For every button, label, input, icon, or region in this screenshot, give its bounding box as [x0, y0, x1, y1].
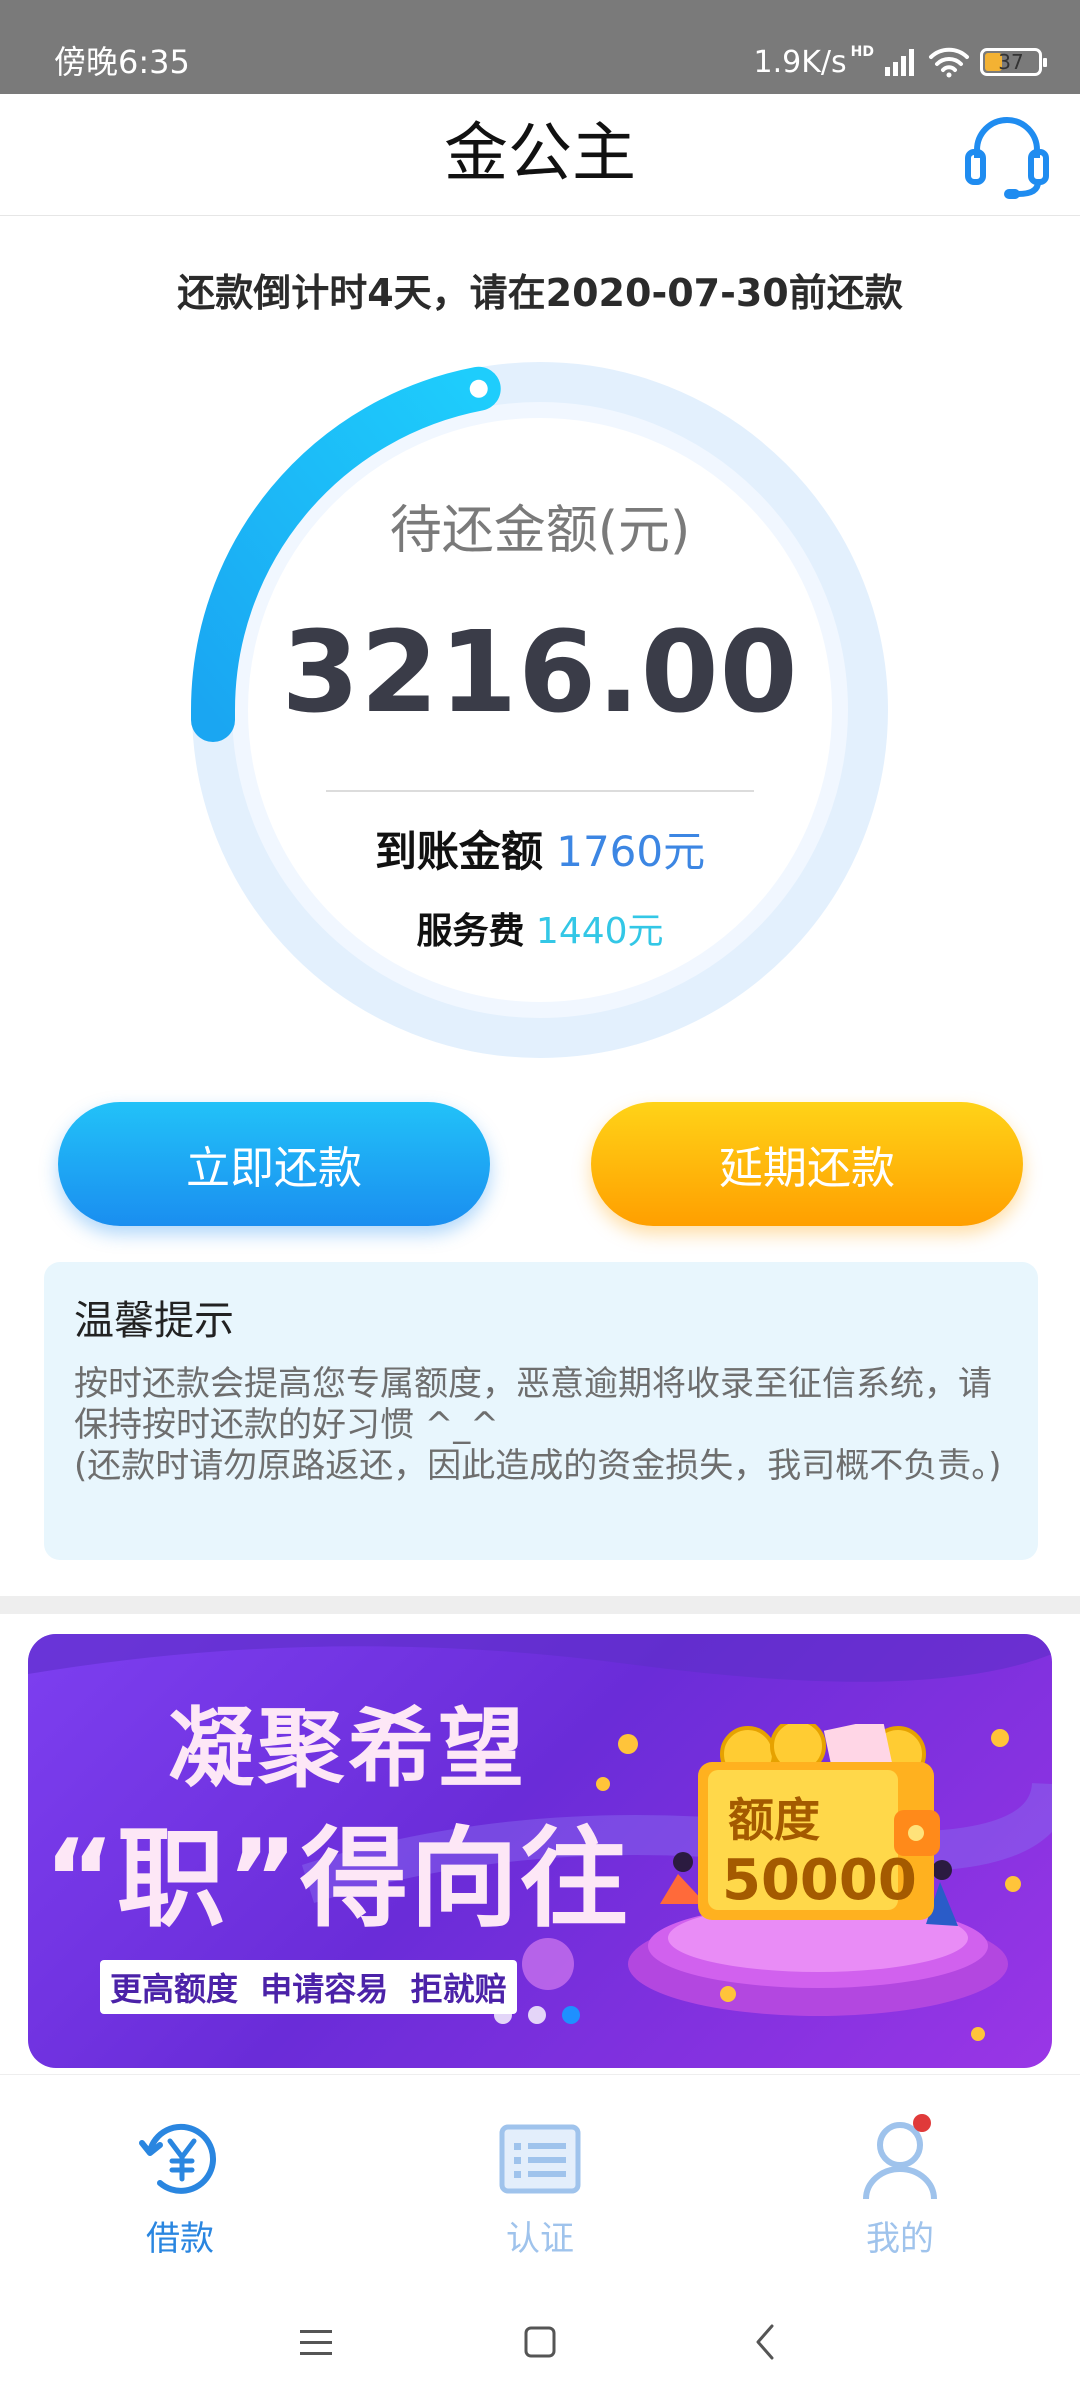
- extend-repayment-button[interactable]: 延期还款: [591, 1102, 1023, 1226]
- tab-mine[interactable]: 我的: [790, 2111, 1010, 2260]
- promo-banner[interactable]: 凝聚希望 “职”得向往 更高额度 申请容易 拒就赔 额度 50000: [28, 1634, 1052, 2068]
- bottom-tab-bar: 借款 认证 我的: [0, 2074, 1080, 2274]
- tab-loan[interactable]: 借款: [70, 2111, 290, 2260]
- wallet-label: 额度: [728, 1793, 820, 1847]
- verify-list-icon: [499, 2124, 581, 2194]
- received-amount-value: 1760元: [556, 827, 706, 876]
- tips-card: 温馨提示 按时还款会提高您专属额度，恶意逾期将收录至征信系统，请保持按时还款的好…: [44, 1262, 1038, 1560]
- divider: [326, 790, 754, 792]
- status-indicators: 1.9K/s HD 37: [753, 42, 1047, 82]
- network-speed: 1.9K/s: [753, 44, 847, 80]
- status-bar: 傍晚6:35 1.9K/s HD 37: [0, 0, 1080, 94]
- system-nav-bar: [0, 2274, 1080, 2400]
- wifi-icon: [929, 47, 969, 78]
- ring-progress-knob: [469, 379, 488, 398]
- carousel-dot[interactable]: [494, 2006, 512, 2024]
- tab-label: 我的: [866, 2219, 934, 2259]
- repay-now-button[interactable]: 立即还款: [58, 1102, 490, 1226]
- amount-due-value: 3216.00: [281, 608, 799, 738]
- service-fee-label: 服务费: [416, 911, 525, 952]
- received-amount-row: 到账金额 1760元: [0, 818, 1080, 879]
- received-amount-label: 到账金额: [374, 827, 543, 876]
- app-header: 金公主: [0, 94, 1080, 216]
- banner-headline: 凝聚希望: [168, 1699, 528, 1799]
- tab-label: 认证: [506, 2219, 574, 2259]
- repayment-countdown: 还款倒计时4天，请在2020-07-30前还款: [177, 271, 903, 315]
- tips-text: 按时还款会提高您专属额度，恶意逾期将收录至征信系统，请保持按时还款的好习惯 ^_…: [74, 1364, 1002, 1486]
- home-icon[interactable]: [510, 2312, 570, 2372]
- service-fee-value: 1440元: [535, 911, 664, 952]
- tab-verify[interactable]: 认证: [430, 2111, 650, 2260]
- carousel-indicator[interactable]: [494, 2006, 580, 2024]
- service-fee-row: 服务费 1440元: [0, 902, 1080, 954]
- status-time: 傍晚6:35: [54, 43, 190, 81]
- carousel-dot-active[interactable]: [562, 2006, 580, 2024]
- section-separator: [0, 1596, 1080, 1614]
- banner-slogan: “职”得向往: [44, 1817, 630, 1942]
- loan-yen-icon: [139, 2123, 217, 2194]
- tab-label: 借款: [146, 2219, 214, 2259]
- signal-icon: [885, 49, 914, 76]
- battery-level: 37: [998, 50, 1024, 74]
- banner-tags: 更高额度 申请容易 拒就赔: [100, 1960, 517, 2014]
- amount-due-label: 待还金额(元): [389, 501, 691, 561]
- headset-icon[interactable]: [960, 108, 1054, 202]
- carousel-dot[interactable]: [528, 2006, 546, 2024]
- page-title: 金公主: [444, 117, 636, 191]
- back-icon[interactable]: [736, 2312, 796, 2372]
- menu-icon[interactable]: [286, 2312, 346, 2372]
- profile-icon: [863, 2114, 937, 2200]
- hd-badge: HD: [850, 44, 874, 60]
- wallet-amount: 50000: [722, 1848, 917, 1913]
- battery-icon: 37: [980, 48, 1047, 76]
- tips-title: 温馨提示: [74, 1298, 234, 1344]
- tips-body: 按时还款会提高您专属额度，恶意逾期将收录至征信系统，请保持按时还款的好习惯 ^_…: [74, 1364, 1008, 1487]
